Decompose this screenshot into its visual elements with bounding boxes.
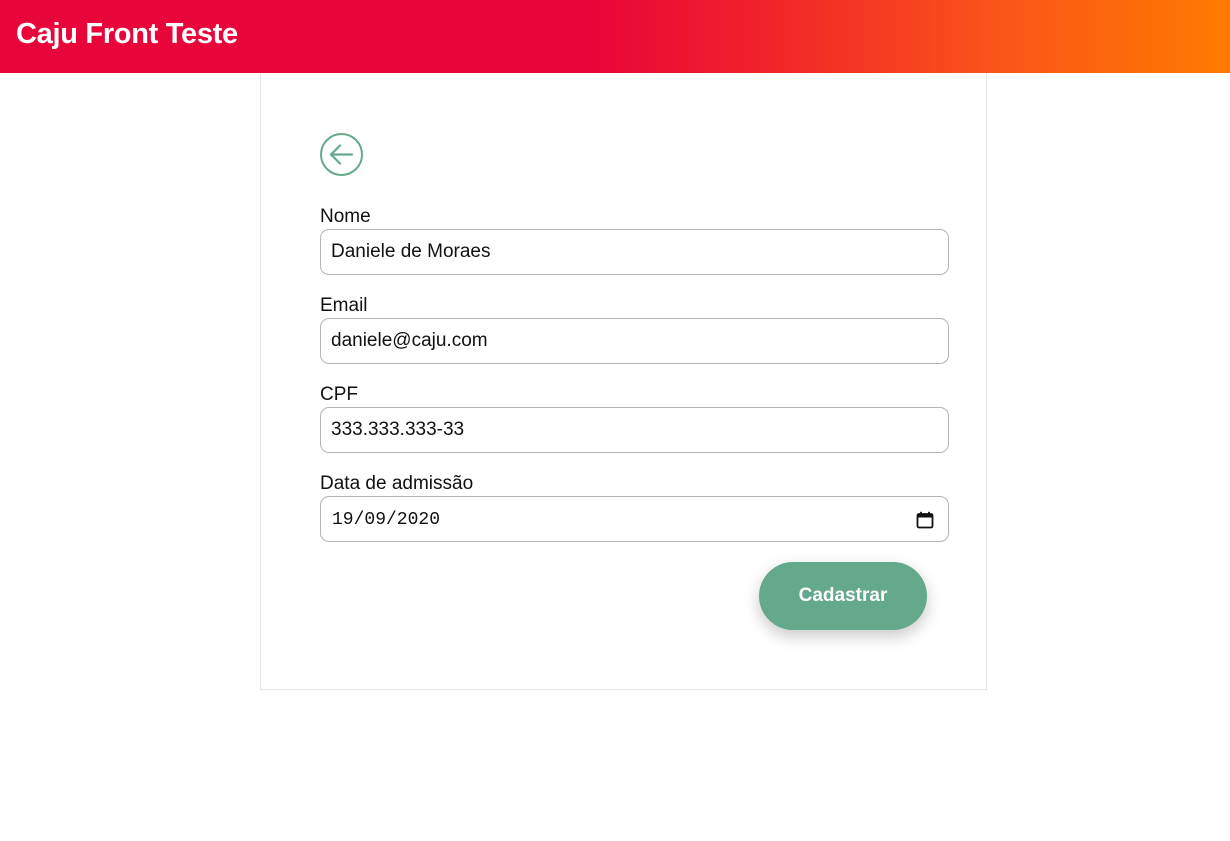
arrow-left-circle-icon [320, 133, 363, 176]
submit-button[interactable]: Cadastrar [759, 562, 927, 630]
cpf-label: CPF [320, 384, 358, 405]
back-button[interactable] [320, 133, 363, 176]
admission-date-field[interactable]: 19/09/2020 [320, 496, 949, 542]
cpf-field[interactable] [320, 407, 949, 453]
name-label: Nome [320, 206, 371, 227]
app-header: Caju Front Teste [0, 0, 1230, 73]
email-label: Email [320, 295, 368, 316]
admission-date-value: 19/09/2020 [332, 510, 441, 530]
admission-date-label: Data de admissão [320, 473, 474, 494]
email-field[interactable] [320, 318, 949, 364]
app-title: Caju Front Teste [16, 18, 238, 50]
name-field[interactable] [320, 229, 949, 275]
calendar-icon[interactable] [916, 511, 934, 529]
